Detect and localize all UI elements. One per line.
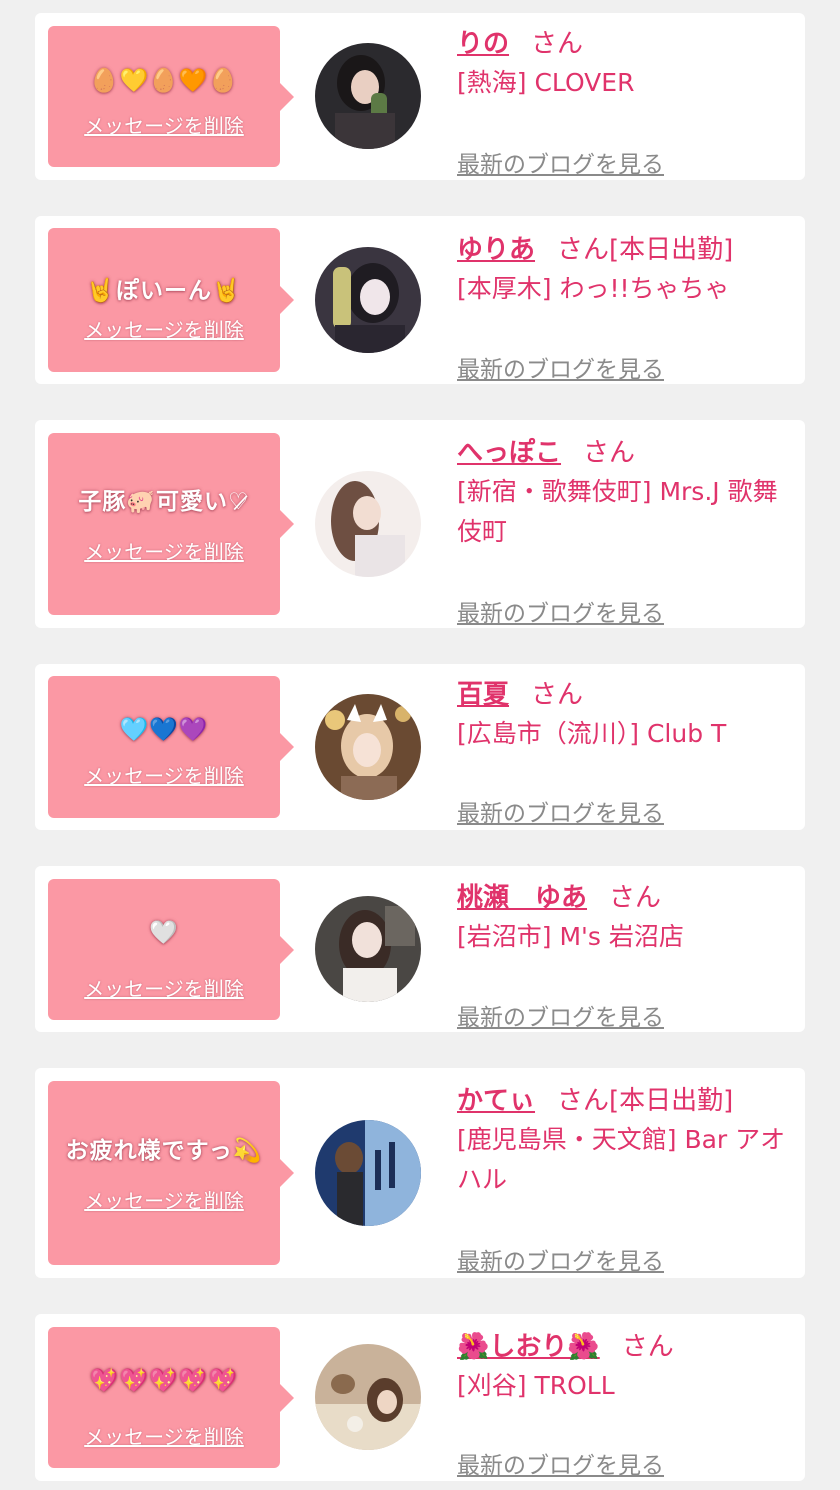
message-card: お疲れ様ですっ💫 メッセージを削除 かてぃ さん[本日出勤] [鹿児島県・天文館]… — [35, 1068, 805, 1278]
shop-info: [刈谷] TROLL — [457, 1371, 615, 1400]
name-suffix: さん — [583, 438, 636, 468]
cast-name-link[interactable]: へっぽこ — [457, 438, 561, 468]
message-card: 🥚💛🥚🧡🥚 メッセージを削除 りの さん [熱海] CLOVER 最新のブログを見… — [35, 13, 805, 180]
delete-message-link[interactable]: メッセージを削除 — [48, 110, 280, 139]
latest-blog-link[interactable]: 最新のブログを見る — [457, 1446, 664, 1480]
profile-photo-icon — [315, 1120, 421, 1226]
cast-name-link[interactable]: りの — [457, 29, 509, 59]
profile-photo-icon — [315, 247, 421, 353]
message-card: 🤘ぽいーん🤘 メッセージを削除 ゆりあ さん[本日出勤] [本厚木] わっ!!ちゃ… — [35, 216, 805, 384]
message-text: 🤘ぽいーん🤘 — [86, 278, 242, 304]
cast-info: りの さん [熱海] CLOVER 最新のブログを見る — [457, 25, 793, 178]
message-bubble: 💖💖💖💖💖 メッセージを削除 — [48, 1327, 294, 1468]
avatar[interactable] — [315, 43, 421, 149]
cast-name-link[interactable]: ゆりあ — [457, 235, 535, 265]
message-bubble: 🩵💙💜 メッセージを削除 — [48, 676, 294, 818]
message-text: 🩵💙💜 — [119, 717, 209, 743]
shop-info: [本厚木] わっ!!ちゃちゃ — [457, 274, 730, 303]
cast-info: 🌺しおり🌺 さん [刈谷] TROLL 最新のブログを見る — [457, 1328, 793, 1479]
message-list: 🥚💛🥚🧡🥚 メッセージを削除 りの さん [熱海] CLOVER 最新のブログを見… — [0, 0, 840, 1490]
delete-message-link[interactable]: メッセージを削除 — [48, 1185, 280, 1214]
shop-info: [新宿・歌舞伎町] Mrs.J 歌舞伎町 — [457, 477, 778, 546]
name-suffix: さん — [609, 883, 662, 913]
message-bubble: 🤘ぽいーん🤘 メッセージを削除 — [48, 228, 294, 372]
name-suffix: さん[本日出勤] — [557, 235, 734, 265]
delete-message-link[interactable]: メッセージを削除 — [48, 1421, 280, 1450]
profile-photo-icon — [315, 694, 421, 800]
message-text: 子豚🐖可愛い♡̷ — [78, 489, 250, 515]
name-suffix: さん — [621, 1332, 674, 1362]
profile-photo-icon — [315, 1344, 421, 1450]
shop-info: [鹿児島県・天文館] Bar アオハル — [457, 1125, 786, 1194]
profile-photo-icon — [315, 896, 421, 1002]
avatar[interactable] — [315, 247, 421, 353]
latest-blog-link[interactable]: 最新のブログを見る — [457, 350, 664, 384]
name-suffix: さん — [531, 680, 584, 710]
message-bubble: 🤍 メッセージを削除 — [48, 879, 294, 1020]
cast-name-link[interactable]: 百夏 — [457, 680, 509, 710]
cast-name-link[interactable]: 🌺しおり🌺 — [457, 1332, 600, 1362]
cast-info: かてぃ さん[本日出勤] [鹿児島県・天文館] Bar アオハル 最新のブログを見… — [457, 1082, 793, 1275]
message-text: 💖💖💖💖💖 — [89, 1368, 239, 1394]
cast-info: ゆりあ さん[本日出勤] [本厚木] わっ!!ちゃちゃ 最新のブログを見る — [457, 231, 793, 383]
message-card: 子豚🐖可愛い♡̷ メッセージを削除 へっぽこ さん [新宿・歌舞伎町] Mrs.J… — [35, 420, 805, 628]
profile-photo-icon — [315, 43, 421, 149]
shop-info: [広島市（流川）] Club T — [457, 719, 727, 748]
avatar[interactable] — [315, 471, 421, 577]
message-bubble: 🥚💛🥚🧡🥚 メッセージを削除 — [48, 26, 294, 167]
avatar[interactable] — [315, 1344, 421, 1450]
latest-blog-link[interactable]: 最新のブログを見る — [457, 794, 664, 828]
latest-blog-link[interactable]: 最新のブログを見る — [457, 594, 664, 628]
message-card: 💖💖💖💖💖 メッセージを削除 🌺しおり🌺 さん [刈谷] TROLL 最新のブログ… — [35, 1314, 805, 1481]
message-card: 🤍 メッセージを削除 桃瀬 ゆあ さん [岩沼市] M's 岩沼店 最新のブログを… — [35, 866, 805, 1032]
cast-info: 百夏 さん [広島市（流川）] Club T 最新のブログを見る — [457, 676, 793, 827]
profile-photo-icon — [315, 471, 421, 577]
name-suffix: さん[本日出勤] — [557, 1086, 734, 1116]
avatar[interactable] — [315, 694, 421, 800]
delete-message-link[interactable]: メッセージを削除 — [48, 760, 280, 789]
latest-blog-link[interactable]: 最新のブログを見る — [457, 998, 664, 1032]
cast-info: 桃瀬 ゆあ さん [岩沼市] M's 岩沼店 最新のブログを見る — [457, 879, 793, 1031]
cast-name-link[interactable]: かてぃ — [457, 1086, 535, 1116]
delete-message-link[interactable]: メッセージを削除 — [48, 314, 280, 343]
cast-name-link[interactable]: 桃瀬 ゆあ — [457, 883, 587, 913]
latest-blog-link[interactable]: 最新のブログを見る — [457, 145, 664, 179]
cast-info: へっぽこ さん [新宿・歌舞伎町] Mrs.J 歌舞伎町 最新のブログを見る — [457, 434, 793, 627]
message-bubble: 子豚🐖可愛い♡̷ メッセージを削除 — [48, 433, 294, 615]
name-suffix: さん — [531, 29, 584, 59]
avatar[interactable] — [315, 896, 421, 1002]
latest-blog-link[interactable]: 最新のブログを見る — [457, 1242, 664, 1276]
message-bubble: お疲れ様ですっ💫 メッセージを削除 — [48, 1081, 294, 1265]
shop-info: [岩沼市] M's 岩沼店 — [457, 922, 684, 951]
message-text: 🤍 — [149, 920, 179, 946]
message-card: 🩵💙💜 メッセージを削除 百夏 さん [広島市（流川）] Club T 最新のブロ… — [35, 664, 805, 830]
message-text: お疲れ様ですっ💫 — [65, 1138, 263, 1164]
delete-message-link[interactable]: メッセージを削除 — [48, 973, 280, 1002]
avatar[interactable] — [315, 1120, 421, 1226]
delete-message-link[interactable]: メッセージを削除 — [48, 536, 280, 565]
message-text: 🥚💛🥚🧡🥚 — [89, 68, 239, 94]
shop-info: [熱海] CLOVER — [457, 68, 635, 97]
